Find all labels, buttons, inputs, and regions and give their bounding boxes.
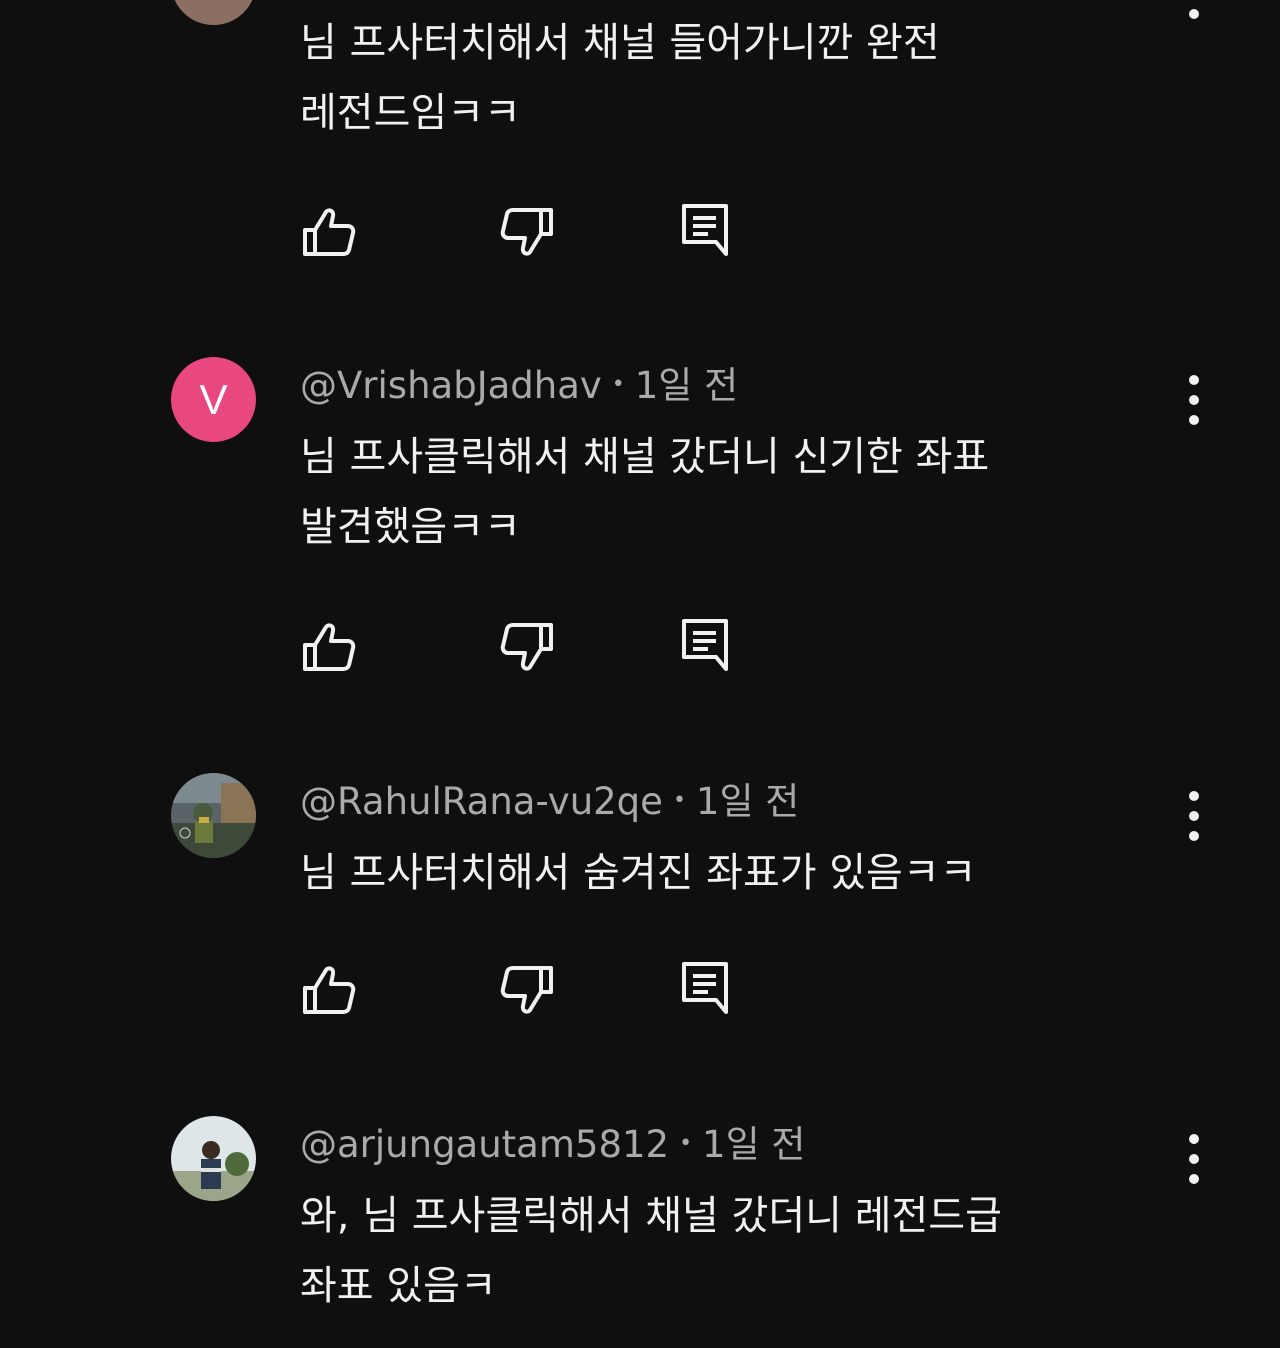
comment-meta: @arjungautam5812 • 1일 전	[300, 1123, 805, 1169]
like-button[interactable]	[301, 619, 357, 675]
author-name[interactable]: @VrishabJadhav	[300, 364, 602, 407]
comment-text: 와, 님 프사클릭해서 채널 갔더니 레전드급 좌표 있음ㅋ	[300, 1181, 1160, 1321]
timestamp[interactable]: 1일 전	[696, 780, 799, 823]
timestamp[interactable]: 1일 전	[635, 364, 738, 407]
reply-button[interactable]	[678, 960, 734, 1016]
more-vert-icon[interactable]	[1176, 1129, 1212, 1189]
more-vert-icon[interactable]	[1176, 0, 1212, 24]
dislike-button[interactable]	[499, 204, 555, 260]
comment-text-line: 님 프사터치해서 숨겨진 좌표가 있음ㅋㅋ	[300, 850, 977, 896]
avatar[interactable]	[171, 1116, 256, 1201]
reply-button[interactable]	[678, 202, 734, 258]
user-avatar-image	[171, 773, 256, 858]
dislike-button[interactable]	[499, 962, 555, 1018]
thumbs-down-icon	[499, 204, 555, 260]
more-vert-icon[interactable]	[1176, 786, 1212, 846]
dislike-button[interactable]	[499, 619, 555, 675]
thumbs-up-icon	[301, 619, 357, 675]
comment-text-line: 레전드임ㅋㅋ	[300, 90, 521, 136]
timestamp[interactable]: 1일 전	[702, 1123, 805, 1166]
separator-dot: •	[672, 787, 686, 813]
comment-text: 님 프사터치해서 숨겨진 좌표가 있음ㅋㅋ	[300, 838, 1160, 908]
separator-dot: •	[679, 1130, 693, 1156]
comment-text: 님 프사터치해서 채널 들어가니깐 완전 레전드임ㅋㅋ	[300, 8, 1160, 148]
author-name[interactable]: @RahulRana-vu2qe	[300, 780, 663, 823]
comment-text-line: 님 프사클릭해서 채널 갔더니 신기한 좌표	[300, 434, 990, 480]
user-avatar-image	[171, 0, 256, 25]
reply-button[interactable]	[678, 617, 734, 673]
avatar-letter: V	[199, 375, 228, 423]
comment-text-line: 발견했음ㅋㅋ	[300, 504, 521, 550]
reply-icon	[678, 202, 734, 258]
comment-meta: @VrishabJadhav • 1일 전	[300, 364, 738, 410]
thumbs-down-icon	[499, 619, 555, 675]
reply-icon	[678, 617, 734, 673]
separator-dot: •	[611, 371, 625, 397]
avatar[interactable]	[171, 773, 256, 858]
like-button[interactable]	[301, 204, 357, 260]
thumbs-up-icon	[301, 962, 357, 1018]
like-button[interactable]	[301, 962, 357, 1018]
avatar[interactable]: V	[171, 357, 256, 442]
author-name[interactable]: @arjungautam5812	[300, 1123, 669, 1166]
thumbs-up-icon	[301, 204, 357, 260]
more-vert-icon[interactable]	[1176, 370, 1212, 430]
thumbs-down-icon	[499, 962, 555, 1018]
comment-meta: @RahulRana-vu2qe • 1일 전	[300, 780, 799, 826]
comment-text-line: 좌표 있음ㅋ	[300, 1263, 497, 1309]
reply-icon	[678, 960, 734, 1016]
comment-text-line: 와, 님 프사클릭해서 채널 갔더니 레전드급	[300, 1193, 1002, 1239]
avatar[interactable]	[171, 0, 256, 25]
comment-text-line: 님 프사터치해서 채널 들어가니깐 완전	[300, 20, 940, 66]
user-avatar-image	[171, 1116, 256, 1201]
comment-text: 님 프사클릭해서 채널 갔더니 신기한 좌표 발견했음ㅋㅋ	[300, 422, 1160, 562]
